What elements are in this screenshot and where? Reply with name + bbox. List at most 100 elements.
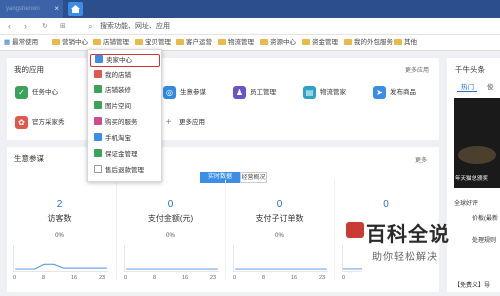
axis-tick: 23 bbox=[210, 275, 217, 281]
logistics-icon: ▤ bbox=[303, 86, 316, 99]
axis-tick: 16 bbox=[182, 275, 189, 281]
frequent-icon: ▦ bbox=[4, 39, 11, 46]
bookmark-folder[interactable]: 其他 bbox=[394, 38, 417, 48]
menu-item-mobile-taobao[interactable]: 手机淘宝 bbox=[94, 133, 131, 145]
staff-icon: ♟ bbox=[233, 86, 246, 99]
news-image[interactable]: 年天猫总颁奖 bbox=[454, 98, 500, 188]
stat-visitors: 2 访客数 0% 0 8 16 23 bbox=[7, 187, 112, 287]
watermark-subtitle: 助你轻松解决 bbox=[372, 252, 438, 263]
search-placeholder: 搜索功能、网址、应用 bbox=[100, 23, 170, 30]
folder-icon bbox=[394, 39, 402, 45]
bookmark-folder[interactable]: 资金管理 bbox=[302, 38, 338, 48]
grid-icon[interactable]: ⊞ bbox=[60, 22, 66, 30]
axis-tick: 8 bbox=[262, 275, 266, 281]
image-caption: 年天猫总颁奖 bbox=[455, 176, 489, 182]
tab-other[interactable]: 俊 bbox=[487, 81, 494, 91]
folder-icon bbox=[135, 39, 143, 45]
mobile-icon bbox=[94, 133, 102, 141]
app-business-advisor[interactable]: ◎ 生意参谋 bbox=[163, 86, 223, 100]
business-icon: ◎ bbox=[163, 86, 176, 99]
app-task-center[interactable]: ✓ 任务中心 bbox=[15, 86, 75, 100]
menu-item-my-shop[interactable]: 我的店铺 bbox=[94, 70, 131, 82]
business-more-link[interactable]: 更多 bbox=[415, 155, 427, 164]
shop-management-dropdown: 卖家中心 我的店铺 店铺装修 图片空间 购买的服务 手机淘宝 保证金管理 售后退… bbox=[87, 49, 162, 182]
menu-item-seller-center[interactable]: 卖家中心 bbox=[90, 54, 160, 67]
app-official-show[interactable]: ✿ 官方采家秀 bbox=[15, 116, 75, 130]
menu-item-deposit[interactable]: 保证金管理 bbox=[94, 149, 138, 161]
tab-close-icon[interactable]: × bbox=[54, 0, 59, 18]
folder-icon bbox=[302, 39, 310, 45]
divider bbox=[225, 180, 226, 280]
divider bbox=[334, 180, 335, 280]
folder-icon bbox=[218, 39, 226, 45]
watermark: 百科全说 助你轻松解决 bbox=[346, 218, 466, 268]
news-item[interactable]: 处理规则 bbox=[472, 235, 496, 244]
app-staff-management[interactable]: ♟ 员工管理 bbox=[233, 86, 293, 100]
axis-tick: 16 bbox=[291, 275, 298, 281]
forward-icon[interactable]: › bbox=[24, 21, 27, 31]
tab-underline bbox=[457, 91, 477, 92]
refresh-icon[interactable]: ↻ bbox=[42, 22, 48, 30]
divider bbox=[116, 180, 117, 280]
axis-tick: 0 bbox=[13, 275, 17, 281]
service-icon bbox=[94, 117, 102, 125]
trophy-shape bbox=[458, 146, 496, 164]
app-publish-product[interactable]: ➤ 发布商品 bbox=[373, 86, 433, 100]
tab-title: yangshenxin bbox=[6, 6, 40, 12]
browser-tab[interactable]: yangshenxin × bbox=[0, 0, 63, 18]
bookmark-folder[interactable]: 物流管理 bbox=[218, 38, 254, 48]
publish-icon: ➤ bbox=[373, 86, 386, 99]
news-item[interactable]: 价板(最新 bbox=[472, 213, 498, 222]
back-icon[interactable]: ‹ bbox=[8, 21, 11, 31]
menu-item-refund[interactable]: 售后退款管理 bbox=[94, 165, 144, 177]
deposit-icon bbox=[94, 149, 102, 157]
axis-tick: 0 bbox=[124, 275, 128, 281]
news-item[interactable]: 【免费义】导 bbox=[454, 280, 490, 289]
news-item[interactable]: 全球好评 bbox=[454, 198, 478, 207]
bookmark-folder[interactable]: 资源中心 bbox=[260, 38, 296, 48]
my-apps-title: 我的应用 bbox=[14, 65, 44, 74]
my-apps-panel: 我的应用 更多应用 ✓ 任务中心 ◎ 生意参谋 ♟ 员工管理 ▤ 物流管家 ➤ 发布商品 … bbox=[7, 58, 439, 140]
watermark-title: 百科全说 bbox=[366, 224, 450, 246]
news-title: 千牛头条 bbox=[455, 65, 485, 74]
axis-tick: 8 bbox=[153, 275, 157, 281]
axis-tick: 0 bbox=[342, 275, 346, 281]
tab-realtime[interactable]: 实时数据 bbox=[200, 172, 240, 183]
search-input[interactable]: ⌕ 搜索功能、网址、应用 bbox=[88, 21, 268, 32]
home-icon bbox=[71, 5, 80, 13]
folder-icon bbox=[93, 39, 101, 45]
task-icon: ✓ bbox=[15, 86, 28, 99]
app-more[interactable]: + 更多应用 bbox=[162, 116, 222, 130]
image-icon bbox=[94, 101, 102, 109]
menu-item-decoration[interactable]: 店铺装修 bbox=[94, 85, 131, 97]
sparkline bbox=[124, 245, 219, 272]
bookmark-folder[interactable]: 我的外包服务 bbox=[344, 38, 393, 48]
more-apps-link[interactable]: 更多应用 bbox=[405, 65, 429, 74]
folder-icon bbox=[52, 39, 60, 45]
app-logistics[interactable]: ▤ 物流管家 bbox=[303, 86, 363, 100]
show-icon: ✿ bbox=[15, 116, 28, 129]
stat-payment-amount: 0 支付金额(元) 0% 0 8 16 23 bbox=[118, 187, 223, 287]
tab-overview[interactable]: 经营概况 bbox=[240, 172, 267, 183]
folder-icon bbox=[344, 39, 352, 45]
seller-center-icon bbox=[95, 55, 103, 63]
plus-icon: + bbox=[162, 116, 175, 129]
folder-icon bbox=[260, 39, 268, 45]
bookmark-frequent[interactable]: ▦ 最常使用 bbox=[4, 38, 38, 48]
document-icon bbox=[94, 165, 102, 173]
axis-tick: 16 bbox=[71, 275, 78, 281]
bookmark-folder[interactable]: 客户运营 bbox=[176, 38, 212, 48]
business-title: 生意参谋 bbox=[14, 154, 44, 163]
bookmark-folder[interactable]: 店铺管理 bbox=[93, 38, 129, 48]
menu-item-image-space[interactable]: 图片空间 bbox=[94, 101, 131, 113]
sparkline bbox=[13, 245, 108, 272]
tab-hot[interactable]: 热门 bbox=[461, 81, 474, 91]
watermark-logo-icon bbox=[346, 222, 364, 238]
decoration-icon bbox=[94, 85, 102, 93]
menu-item-purchased-services[interactable]: 购买的服务 bbox=[94, 117, 138, 129]
home-button[interactable] bbox=[68, 2, 83, 16]
bookmark-folder[interactable]: 营销中心 bbox=[52, 38, 88, 48]
axis-tick: 23 bbox=[99, 275, 106, 281]
axis-tick: 23 bbox=[319, 275, 326, 281]
bookmark-folder[interactable]: 宝贝管理 bbox=[135, 38, 171, 48]
